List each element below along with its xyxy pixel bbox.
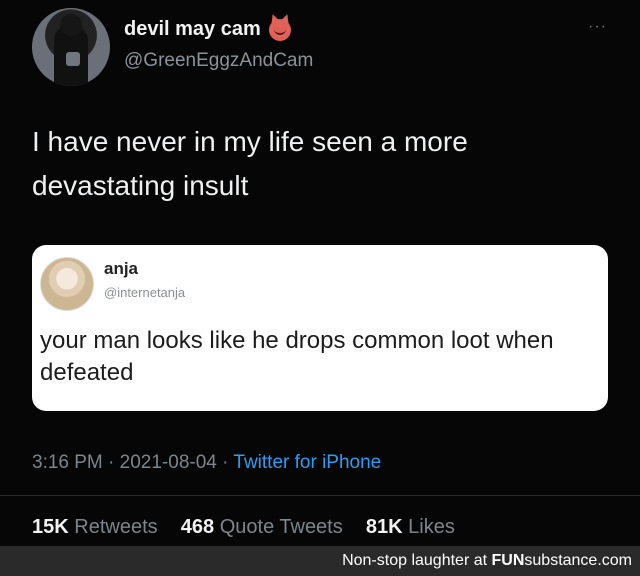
tweet-meta: 3:16 PM · 2021-08-04 · Twitter for iPhon… (32, 452, 381, 474)
meta-separator: · (108, 452, 115, 473)
watermark-prefix: Non-stop laughter at (342, 552, 492, 569)
tweet-card: devil may cam @GreenEggzAndCam ··· I hav… (0, 0, 640, 546)
quoted-author-avatar[interactable] (40, 257, 94, 311)
avatar-head (60, 14, 82, 36)
author-handle[interactable]: @GreenEggzAndCam (124, 50, 313, 72)
tweet-time[interactable]: 3:16 PM (32, 452, 103, 473)
stats-divider (0, 495, 640, 496)
watermark-text: Non-stop laughter at FUNsubstance.com (342, 552, 632, 570)
tweet-stats: 15K Retweets 468 Quote Tweets 81K Likes (32, 516, 455, 539)
quote-tweets-label[interactable]: Quote Tweets (220, 516, 343, 538)
author-display-name[interactable]: devil may cam (124, 18, 261, 41)
author-avatar[interactable] (32, 8, 110, 86)
quoted-tweet-text: your man looks like he drops common loot… (40, 327, 554, 386)
more-options-icon[interactable]: ··· (588, 18, 607, 36)
tweet-text: I have never in my life seen a more deva… (32, 126, 468, 201)
tweet-source[interactable]: Twitter for iPhone (233, 452, 381, 473)
quote-tweets-count[interactable]: 468 (181, 516, 214, 538)
likes-count[interactable]: 81K (366, 516, 403, 538)
quoted-author-handle[interactable]: @internetanja (104, 285, 185, 300)
tweet-date[interactable]: 2021-08-04 (120, 452, 217, 473)
watermark-footer: Non-stop laughter at FUNsubstance.com (0, 546, 640, 576)
quoted-tweet[interactable]: anja @internetanja your man looks like h… (32, 245, 608, 411)
avatar-phone (66, 52, 80, 66)
retweets-count[interactable]: 15K (32, 516, 69, 538)
watermark-brand-substance: substance (524, 552, 598, 569)
devil-emoji-icon (268, 18, 291, 41)
quoted-author-name[interactable]: anja (104, 259, 138, 279)
watermark-brand-fun: FUN (491, 552, 525, 569)
author-name-row: devil may cam (124, 18, 291, 41)
watermark-brand-com: .com (597, 552, 632, 569)
likes-label[interactable]: Likes (408, 516, 455, 538)
meta-separator-2: · (222, 452, 229, 473)
retweets-label[interactable]: Retweets (74, 516, 157, 538)
